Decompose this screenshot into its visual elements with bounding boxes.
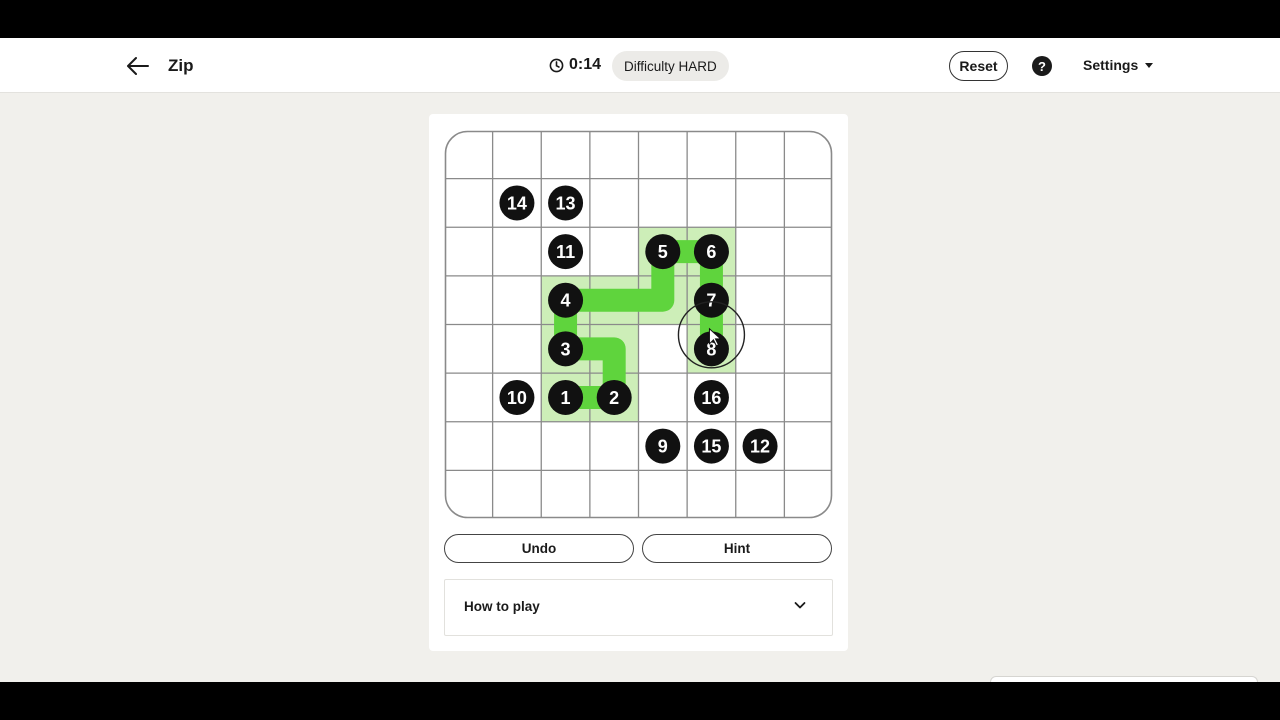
board-cell[interactable] <box>492 421 542 471</box>
board-cell[interactable] <box>444 178 493 228</box>
board-cell[interactable] <box>638 324 688 374</box>
game-panel: 14 13 11 5 6 4 7 3 8 10 1 2 16 9 15 12 Undo Hint How to… <box>429 114 848 651</box>
number-13-dot[interactable]: 13 <box>548 185 584 221</box>
board-cell[interactable] <box>735 275 785 325</box>
number-7-dot[interactable]: 7 <box>693 282 729 318</box>
number-6-dot[interactable]: 6 <box>693 234 729 270</box>
board-grid <box>444 130 833 519</box>
number-12-dot[interactable]: 12 <box>742 428 778 464</box>
board-cell[interactable] <box>784 178 833 228</box>
board-cell[interactable] <box>492 227 542 276</box>
board-cell[interactable] <box>784 421 833 471</box>
board-cell[interactable] <box>444 373 493 422</box>
board-cell[interactable] <box>541 470 590 519</box>
board-cell[interactable] <box>444 227 493 276</box>
number-label: 16 <box>701 388 721 408</box>
number-15-dot[interactable]: 15 <box>693 428 729 464</box>
difficulty-badge: Difficulty HARD <box>612 51 729 81</box>
number-label: 13 <box>556 193 576 213</box>
board-cell[interactable] <box>784 324 833 374</box>
number-label: 7 <box>706 291 716 311</box>
caret-down-icon <box>1145 62 1154 68</box>
number-label: 14 <box>507 193 527 213</box>
board-cell[interactable] <box>589 421 639 471</box>
board-cell[interactable] <box>638 178 688 228</box>
board-cell[interactable] <box>735 470 785 519</box>
app-frame: Zip 0:14 Difficulty HARD Reset ? Setting… <box>0 38 1280 682</box>
timer-value: 0:14 <box>569 56 602 73</box>
game-title: Zip <box>168 56 194 75</box>
number-label: 3 <box>561 339 571 359</box>
board-cell[interactable] <box>735 373 785 422</box>
undo-button[interactable]: Undo <box>444 534 634 563</box>
chevron-down-icon <box>794 602 806 609</box>
board-cell[interactable] <box>687 470 736 519</box>
settings-menu[interactable]: Settings <box>1083 57 1154 73</box>
board-cell[interactable] <box>638 470 688 519</box>
board-cell[interactable] <box>444 470 493 519</box>
how-to-play-accordion[interactable]: How to play <box>444 579 833 636</box>
number-label: 10 <box>507 388 527 408</box>
number-label: 2 <box>609 388 619 408</box>
board-cell[interactable] <box>589 130 639 179</box>
board-cell[interactable] <box>784 275 833 325</box>
board-cell[interactable] <box>687 130 736 179</box>
board-cell[interactable] <box>784 373 833 422</box>
number-label: 4 <box>561 291 571 311</box>
board-cell[interactable] <box>589 470 639 519</box>
board-cell[interactable] <box>638 130 688 179</box>
back-arrow-icon[interactable] <box>124 52 152 80</box>
game-board[interactable]: 14 1311 5 64 73 810 1 2 169 15 12 <box>444 130 833 519</box>
board-cell[interactable] <box>492 130 542 179</box>
how-to-play-label: How to play <box>464 599 540 614</box>
board-cell[interactable] <box>444 324 493 374</box>
number-1-dot[interactable]: 1 <box>548 379 584 415</box>
number-label: 1 <box>561 388 571 408</box>
board-cell[interactable] <box>444 275 493 325</box>
board-cell[interactable] <box>541 130 590 179</box>
board-cell[interactable] <box>638 373 688 422</box>
board-cell[interactable] <box>589 178 639 228</box>
board-cell[interactable] <box>735 227 785 276</box>
board-cell[interactable] <box>492 275 542 325</box>
board-cell[interactable] <box>784 227 833 276</box>
board-cell[interactable] <box>735 178 785 228</box>
number-label: 5 <box>658 242 668 262</box>
board-cell[interactable] <box>492 324 542 374</box>
number-label: 6 <box>706 242 716 262</box>
board-cell[interactable] <box>735 130 785 179</box>
clock-icon <box>549 58 564 72</box>
settings-label: Settings <box>1083 57 1139 73</box>
number-4-dot[interactable]: 4 <box>548 282 584 318</box>
help-icon[interactable]: ? <box>1032 56 1052 76</box>
number-label: 15 <box>701 437 721 457</box>
number-16-dot[interactable]: 16 <box>693 379 729 415</box>
number-14-dot[interactable]: 14 <box>499 185 535 221</box>
board-cell[interactable] <box>589 227 639 276</box>
number-11-dot[interactable]: 11 <box>548 234 584 270</box>
number-10-dot[interactable]: 10 <box>499 379 535 415</box>
board-cell[interactable] <box>735 324 785 374</box>
board-cell[interactable] <box>687 178 736 228</box>
board-cell[interactable] <box>784 130 833 179</box>
top-bar: Zip 0:14 Difficulty HARD Reset ? Setting… <box>0 38 1280 93</box>
reset-button[interactable]: Reset <box>949 51 1008 81</box>
number-9-dot[interactable]: 9 <box>645 428 681 464</box>
board-cell[interactable] <box>444 421 493 471</box>
number-5-dot[interactable]: 5 <box>645 234 681 270</box>
number-label: 9 <box>658 437 668 457</box>
number-label: 11 <box>556 242 575 262</box>
board-cell[interactable] <box>492 470 542 519</box>
number-label: 12 <box>750 437 770 457</box>
board-cell[interactable] <box>784 470 833 519</box>
number-3-dot[interactable]: 3 <box>548 331 584 367</box>
bottom-card-edge <box>990 676 1258 682</box>
timer: 0:14 <box>549 56 601 74</box>
board-cell[interactable] <box>444 130 493 179</box>
number-2-dot[interactable]: 2 <box>596 379 632 415</box>
hint-button[interactable]: Hint <box>642 534 832 563</box>
board-cell[interactable] <box>541 421 590 471</box>
